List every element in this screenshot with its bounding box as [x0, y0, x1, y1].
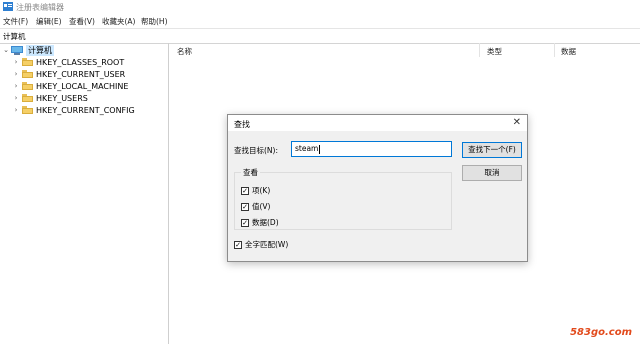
- chevron-right-icon[interactable]: ›: [12, 106, 20, 114]
- menu-file[interactable]: 文件(F): [3, 16, 28, 27]
- option-values[interactable]: ✓ 值(V): [241, 201, 270, 212]
- checkbox-checked-icon[interactable]: ✓: [241, 186, 249, 195]
- dialog-title: 查找: [234, 120, 250, 129]
- find-target-value: steam: [295, 144, 319, 153]
- close-icon[interactable]: ✕: [513, 117, 521, 128]
- find-target-input[interactable]: steam: [291, 141, 452, 157]
- column-data[interactable]: 数据: [561, 46, 576, 57]
- menu-view[interactable]: 查看(V): [69, 16, 95, 27]
- look-at-title: 查看: [241, 167, 260, 178]
- option-data-label: 数据(D): [252, 218, 279, 227]
- tree-item-label: HKEY_USERS: [36, 93, 88, 103]
- computer-icon: [11, 45, 23, 55]
- tree-pane: ⌄ 计算机 › HKEY_CLASSES_ROOT › HKEY_CURRENT…: [0, 43, 169, 344]
- checkbox-checked-icon[interactable]: ✓: [241, 202, 249, 211]
- tree-item-hkey-classes-root[interactable]: › HKEY_CLASSES_ROOT: [12, 56, 125, 68]
- text-caret: [319, 144, 321, 154]
- watermark-logo: 583go.com: [570, 327, 632, 338]
- tree-item-hkey-local-machine[interactable]: › HKEY_LOCAL_MACHINE: [12, 80, 129, 92]
- checkbox-checked-icon[interactable]: ✓: [234, 240, 242, 249]
- menu-help[interactable]: 帮助(H): [141, 16, 168, 27]
- menu-bar: 文件(F) 编辑(E) 查看(V) 收藏夹(A) 帮助(H): [0, 14, 640, 28]
- chevron-right-icon[interactable]: ›: [12, 82, 20, 90]
- match-whole-label: 全字匹配(W): [245, 240, 289, 249]
- cancel-button[interactable]: 取消: [462, 165, 522, 181]
- option-keys[interactable]: ✓ 项(K): [241, 185, 270, 196]
- tree-item-label: HKEY_CURRENT_CONFIG: [36, 105, 135, 115]
- window-title: 注册表编辑器: [16, 3, 64, 12]
- column-divider[interactable]: [479, 43, 480, 57]
- tree-root-computer[interactable]: ⌄ 计算机: [2, 44, 54, 56]
- find-dialog: 查找 ✕ 查找目标(N): steam 查找下一个(F) 取消 查看 ✓ 项(K…: [227, 114, 528, 262]
- list-header: 名称 类型 数据: [169, 43, 640, 57]
- dialog-title-bar[interactable]: 查找 ✕: [228, 115, 527, 131]
- chevron-down-icon[interactable]: ⌄: [2, 46, 10, 54]
- address-path[interactable]: 计算机: [3, 31, 26, 42]
- chevron-right-icon[interactable]: ›: [12, 58, 20, 66]
- address-bar[interactable]: 计算机: [0, 28, 640, 44]
- chevron-right-icon[interactable]: ›: [12, 94, 20, 102]
- chevron-right-icon[interactable]: ›: [12, 70, 20, 78]
- menu-edit[interactable]: 编辑(E): [36, 16, 62, 27]
- tree-item-label: HKEY_LOCAL_MACHINE: [36, 81, 129, 91]
- folder-icon: [22, 106, 33, 114]
- column-name[interactable]: 名称: [177, 46, 192, 57]
- find-next-button[interactable]: 查找下一个(F): [462, 142, 522, 158]
- match-whole-string[interactable]: ✓ 全字匹配(W): [234, 239, 288, 250]
- regedit-icon: [3, 2, 13, 11]
- tree-item-label: HKEY_CLASSES_ROOT: [36, 57, 125, 67]
- option-data[interactable]: ✓ 数据(D): [241, 217, 279, 228]
- folder-icon: [22, 58, 33, 66]
- tree-item-hkey-users[interactable]: › HKEY_USERS: [12, 92, 88, 104]
- menu-favorites[interactable]: 收藏夹(A): [102, 16, 135, 27]
- tree-item-hkey-current-config[interactable]: › HKEY_CURRENT_CONFIG: [12, 104, 135, 116]
- title-bar: 注册表编辑器: [0, 0, 640, 14]
- option-values-label: 值(V): [252, 202, 271, 211]
- find-target-label: 查找目标(N):: [234, 146, 278, 155]
- checkbox-checked-icon[interactable]: ✓: [241, 218, 249, 227]
- tree-root-label: 计算机: [26, 44, 54, 56]
- tree-item-hkey-current-user[interactable]: › HKEY_CURRENT_USER: [12, 68, 126, 80]
- look-at-group: 查看 ✓ 项(K) ✓ 值(V) ✓ 数据(D): [234, 167, 452, 230]
- column-divider[interactable]: [554, 43, 555, 57]
- folder-icon: [22, 94, 33, 102]
- column-type[interactable]: 类型: [487, 46, 502, 57]
- option-keys-label: 项(K): [252, 186, 271, 195]
- folder-icon: [22, 70, 33, 78]
- tree-item-label: HKEY_CURRENT_USER: [36, 69, 126, 79]
- folder-icon: [22, 82, 33, 90]
